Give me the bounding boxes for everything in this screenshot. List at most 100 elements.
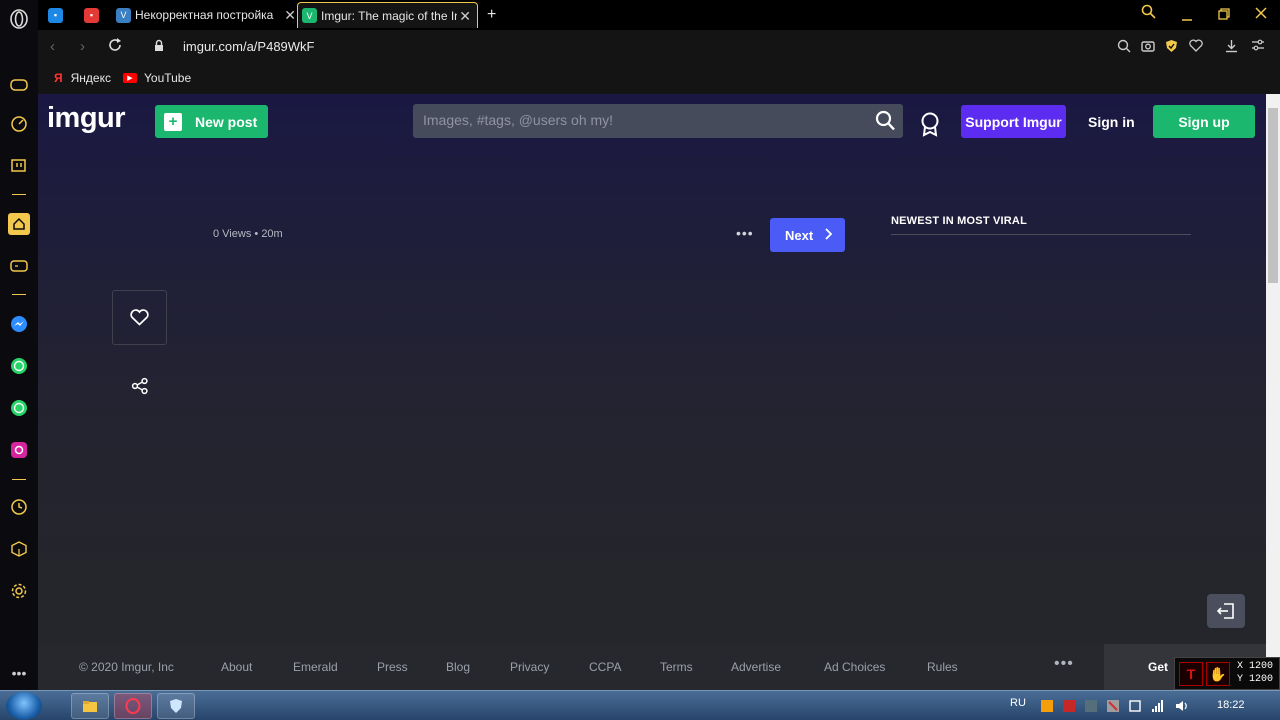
footer-link-ad-choices[interactable]: Ad Choices: [824, 660, 885, 674]
new-tab-button[interactable]: +: [487, 2, 496, 28]
screen: ••• ▪ ▪ V Некорректная постройка ✕ V Img…: [0, 0, 1280, 720]
footer-link-press[interactable]: Press: [377, 660, 408, 674]
adblock-shield-icon[interactable]: [1165, 39, 1178, 56]
settings-gear-icon[interactable]: [8, 580, 30, 602]
y-readout: Y 1200: [1237, 674, 1274, 685]
twitch-icon[interactable]: [8, 156, 30, 178]
explorer-taskbar-icon[interactable]: [71, 693, 109, 719]
network-icon[interactable]: [1151, 699, 1165, 716]
clock[interactable]: 18:22: [1217, 699, 1245, 711]
instagram-icon[interactable]: [8, 439, 30, 461]
sign-up-button[interactable]: Sign up: [1153, 105, 1255, 138]
tab-strip: ▪ ▪ V Некорректная постройка ✕ V Imgur: …: [38, 0, 1280, 30]
footer-link-blog[interactable]: Blog: [446, 660, 470, 674]
imgur-favicon-icon: V: [302, 8, 317, 23]
footer-link-advertise[interactable]: Advertise: [731, 660, 781, 674]
page-footer: © 2020 Imgur, Inc About Emerald Press Bl…: [38, 644, 1266, 690]
copyright-text: © 2020 Imgur, Inc: [79, 660, 174, 674]
footer-link-ccpa[interactable]: CCPA: [589, 660, 621, 674]
zoom-icon[interactable]: [1117, 39, 1131, 56]
footer-more-icon[interactable]: •••: [1054, 655, 1074, 673]
bookmark-youtube[interactable]: ▶ YouTube: [123, 71, 191, 85]
vpn-taskbar-icon[interactable]: [157, 693, 195, 719]
next-button[interactable]: Next: [770, 218, 845, 252]
page-scrollbar[interactable]: [1266, 94, 1280, 690]
exit-fullscreen-button[interactable]: [1207, 594, 1245, 628]
more-options-button[interactable]: •••: [736, 225, 754, 241]
forward-icon[interactable]: ›: [80, 38, 85, 55]
tab-pinned-2[interactable]: ▪: [84, 2, 104, 28]
search-tabs-icon[interactable]: [1141, 4, 1156, 23]
footer-link-rules[interactable]: Rules: [927, 660, 958, 674]
award-ribbon-icon[interactable]: [919, 111, 941, 137]
search-icon[interactable]: [875, 110, 895, 132]
volume-icon[interactable]: [1175, 699, 1189, 716]
download-icon[interactable]: [1225, 39, 1238, 56]
footer-link-about[interactable]: About: [221, 660, 252, 674]
share-icon[interactable]: [131, 377, 149, 395]
tray-app-icon[interactable]: [1106, 699, 1120, 716]
history-icon[interactable]: [8, 496, 30, 518]
scrollbar-thumb[interactable]: [1268, 108, 1278, 283]
start-button[interactable]: [6, 692, 42, 720]
tray-app-icon[interactable]: [1128, 699, 1142, 716]
lock-icon: [154, 39, 164, 56]
new-post-button[interactable]: + New post: [155, 105, 268, 138]
bookmark-yandex[interactable]: Я Яндекс: [54, 71, 111, 85]
new-post-label: New post: [195, 113, 258, 130]
video-icon: ▪: [84, 7, 99, 23]
opera-menu-icon[interactable]: [8, 8, 30, 30]
opera-taskbar-icon[interactable]: [114, 693, 152, 719]
sidebar-separator: [12, 194, 26, 195]
hand-icon[interactable]: ✋: [1206, 662, 1230, 686]
tab-title: Некорректная постройка: [135, 8, 274, 22]
imgur-logo[interactable]: imgur: [47, 102, 126, 135]
tab-imgur-active[interactable]: V Imgur: The magic of the Int ✕: [297, 2, 478, 28]
support-imgur-button[interactable]: Support Imgur: [961, 105, 1066, 138]
reload-icon[interactable]: [108, 38, 122, 56]
newest-in-most-viral-heading: NEWEST IN MOST VIRAL: [891, 215, 1027, 227]
post-meta: 0 Views • 20m: [213, 228, 283, 240]
tray-app-icon[interactable]: [1084, 699, 1098, 716]
messenger-icon[interactable]: [8, 313, 30, 335]
sign-in-link[interactable]: Sign in: [1088, 114, 1135, 130]
tab-pinned-1[interactable]: ▪: [48, 2, 68, 28]
minimize-icon[interactable]: [1181, 8, 1193, 25]
tab-title: Imgur: The magic of the Int: [321, 8, 457, 23]
back-icon[interactable]: ‹: [50, 38, 55, 55]
tray-app-icon[interactable]: [1062, 699, 1076, 716]
favorite-button[interactable]: [112, 290, 167, 345]
tab-close-button[interactable]: ✕: [282, 2, 296, 28]
close-icon[interactable]: ✕: [459, 8, 471, 25]
gamepad-icon[interactable]: [8, 74, 30, 96]
extensions-cube-icon[interactable]: [8, 538, 30, 560]
more-options-icon[interactable]: •••: [8, 662, 30, 684]
chevron-right-icon: [824, 227, 833, 243]
footer-link-privacy[interactable]: Privacy: [510, 660, 549, 674]
url-field[interactable]: imgur.com/a/P489WkF: [183, 39, 315, 54]
search-input[interactable]: [423, 112, 863, 128]
whatsapp-icon[interactable]: [8, 355, 30, 377]
logout-arrow-icon: [1216, 603, 1234, 619]
restore-icon[interactable]: [1218, 7, 1230, 24]
yandex-icon: Я: [54, 71, 63, 85]
plus-icon: +: [164, 112, 182, 131]
camera-icon[interactable]: [1141, 39, 1155, 55]
app-t-icon[interactable]: T: [1179, 662, 1203, 686]
views-count: 0 Views: [213, 228, 252, 240]
search-bar[interactable]: [413, 104, 903, 138]
tray-app-icon[interactable]: [1040, 699, 1054, 716]
home-icon[interactable]: [8, 213, 30, 235]
whatsapp-icon[interactable]: [8, 397, 30, 419]
footer-link-terms[interactable]: Terms: [660, 660, 693, 674]
language-indicator[interactable]: RU: [1010, 697, 1026, 709]
bookmark-label: YouTube: [144, 71, 192, 85]
game-controller-icon[interactable]: [8, 255, 30, 277]
address-bar: ‹ › imgur.com/a/P489WkF: [38, 30, 1280, 64]
close-window-icon[interactable]: [1255, 6, 1267, 23]
tab-nekorrektnaya[interactable]: V Некорректная постройка: [116, 2, 292, 28]
easy-setup-icon[interactable]: [1251, 39, 1265, 55]
footer-link-emerald[interactable]: Emerald: [293, 660, 338, 674]
heart-icon[interactable]: [1189, 39, 1203, 55]
speed-dial-icon[interactable]: [8, 113, 30, 135]
